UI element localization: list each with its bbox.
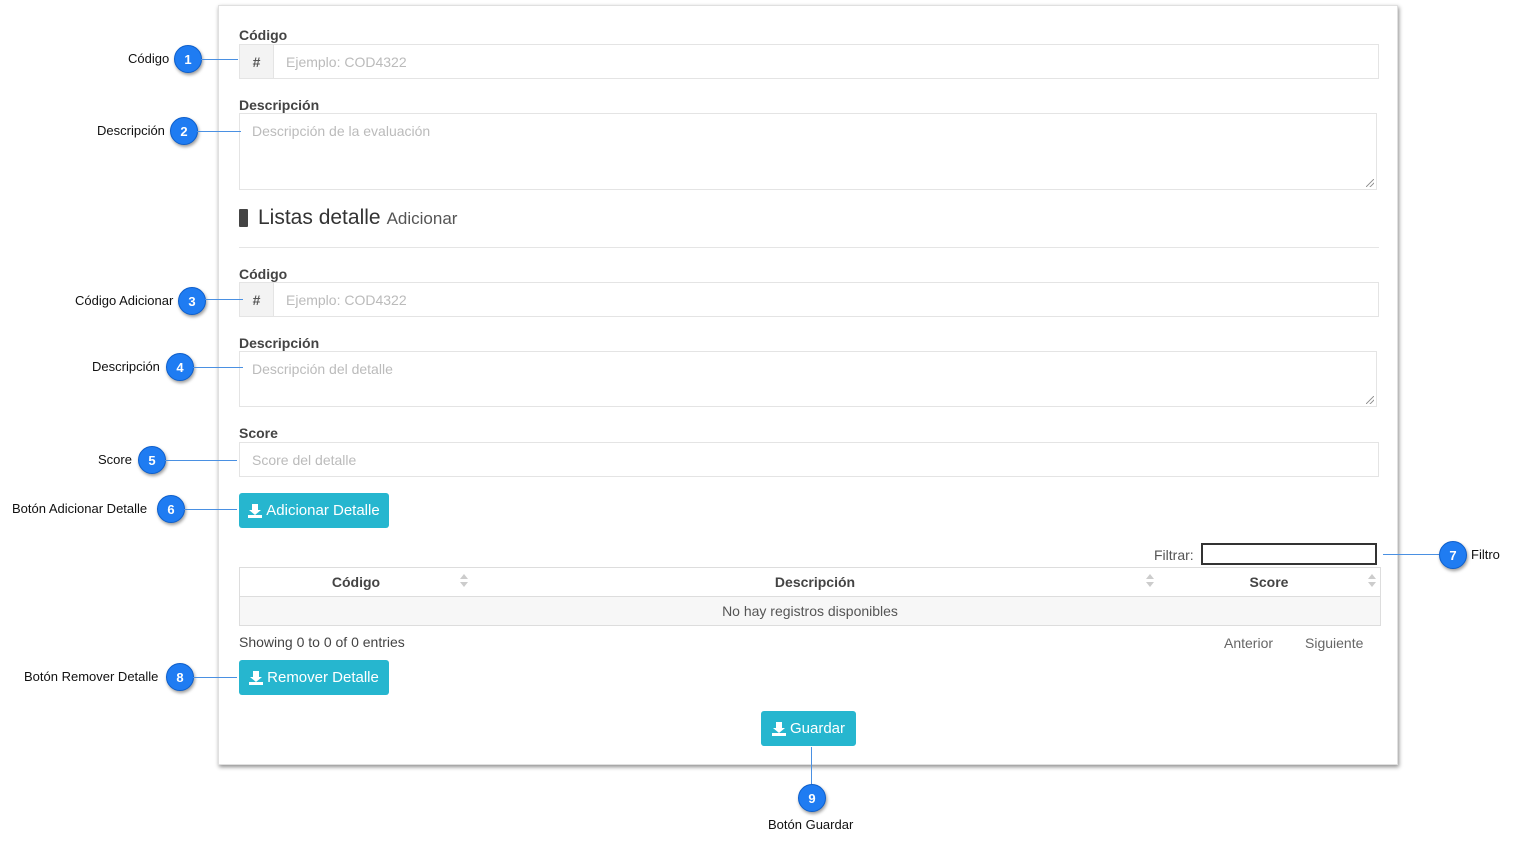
- prev-page-link[interactable]: Anterior: [1224, 635, 1273, 651]
- callout-label: Botón Adicionar Detalle: [12, 501, 148, 516]
- callout-badge: 1: [174, 45, 202, 73]
- sort-icon: [460, 574, 468, 588]
- details-table: Código Descripción Score No hay registro…: [239, 567, 1381, 626]
- sort-icon: [1146, 574, 1154, 588]
- column-header-score[interactable]: Score: [1158, 567, 1381, 597]
- callout-label: Descripción: [92, 359, 160, 374]
- filter-label: Filtrar:: [1154, 547, 1194, 563]
- callout-line: [197, 131, 241, 132]
- detail-descripcion-placeholder: Descripción del detalle: [252, 361, 393, 377]
- score-input[interactable]: Score del detalle: [239, 442, 1379, 477]
- download-icon: [771, 721, 786, 736]
- callout-badge: 7: [1439, 541, 1467, 569]
- score-input-group: Score del detalle: [239, 442, 1379, 477]
- column-header-label: Código: [331, 574, 381, 590]
- callout-label: Descripción: [97, 123, 165, 138]
- callout-label: Código: [128, 51, 170, 66]
- remove-detail-label: Remover Detalle: [267, 669, 379, 686]
- callout-label: Botón Remover Detalle: [24, 669, 159, 684]
- descripcion-textarea[interactable]: Descripción de la evaluación: [239, 113, 1377, 190]
- callout-line: [811, 747, 812, 784]
- table-header-row: Código Descripción Score: [239, 567, 1381, 597]
- sort-icon: [1368, 574, 1376, 588]
- detail-codigo-label: Código: [239, 266, 288, 282]
- descripcion-label: Descripción: [239, 97, 320, 113]
- callout-badge: 2: [170, 117, 198, 145]
- next-page-link[interactable]: Siguiente: [1305, 635, 1363, 651]
- callout-label: Botón Guardar: [768, 817, 854, 832]
- empty-message: No hay registros disponibles: [239, 596, 1381, 626]
- column-header-codigo[interactable]: Código: [239, 567, 472, 597]
- detail-descripcion-textarea[interactable]: Descripción del detalle: [239, 351, 1377, 407]
- callout-badge: 6: [157, 495, 185, 523]
- section-subtitle: Adicionar: [386, 209, 458, 228]
- hash-icon: #: [239, 44, 274, 79]
- resize-handle-icon[interactable]: [1366, 179, 1374, 187]
- callout-badge: 4: [166, 353, 194, 381]
- callout-line: [184, 509, 237, 510]
- callout-badge: 3: [178, 287, 206, 315]
- codigo-input-group: # Ejemplo: COD4322: [239, 44, 1379, 79]
- remove-detail-button[interactable]: Remover Detalle: [239, 660, 389, 695]
- codigo-input[interactable]: Ejemplo: COD4322: [274, 44, 1379, 79]
- download-icon: [248, 503, 263, 518]
- column-header-descripcion[interactable]: Descripción: [472, 567, 1158, 597]
- book-icon: [239, 209, 248, 227]
- save-label: Guardar: [789, 720, 846, 737]
- section-divider: [239, 247, 1379, 248]
- hash-icon: #: [239, 282, 274, 317]
- table-info: Showing 0 to 0 of 0 entries: [239, 634, 405, 650]
- callout-label: Filtro: [1471, 547, 1500, 562]
- codigo-label: Código: [239, 27, 288, 43]
- add-detail-button[interactable]: Adicionar Detalle: [239, 493, 389, 528]
- detail-codigo-input[interactable]: Ejemplo: COD4322: [274, 282, 1379, 317]
- section-title-text: Listas detalle: [258, 206, 381, 229]
- section-title: Listas detalle Adicionar: [239, 206, 457, 230]
- callout-line: [205, 299, 243, 300]
- callout-line: [165, 460, 237, 461]
- column-header-label: Score: [1249, 574, 1289, 590]
- filter-input[interactable]: [1201, 543, 1377, 565]
- callout-badge: 9: [798, 784, 826, 812]
- callout-label: Score: [98, 452, 132, 467]
- callout-line: [193, 367, 243, 368]
- column-header-label: Descripción: [774, 574, 856, 590]
- callout-badge: 5: [138, 446, 166, 474]
- callout-line: [193, 677, 237, 678]
- callout-label: Código Adicionar: [75, 293, 174, 308]
- add-detail-label: Adicionar Detalle: [266, 502, 380, 519]
- save-button[interactable]: Guardar: [761, 711, 856, 746]
- detail-codigo-input-group: # Ejemplo: COD4322: [239, 282, 1379, 317]
- download-icon: [249, 670, 264, 685]
- table-row: No hay registros disponibles: [239, 596, 1381, 626]
- callout-line: [1383, 554, 1439, 555]
- descripcion-placeholder: Descripción de la evaluación: [252, 123, 431, 139]
- callout-line: [201, 59, 238, 60]
- callout-badge: 8: [166, 663, 194, 691]
- score-label: Score: [239, 425, 278, 441]
- detail-descripcion-label: Descripción: [239, 335, 320, 351]
- resize-handle-icon[interactable]: [1366, 396, 1374, 404]
